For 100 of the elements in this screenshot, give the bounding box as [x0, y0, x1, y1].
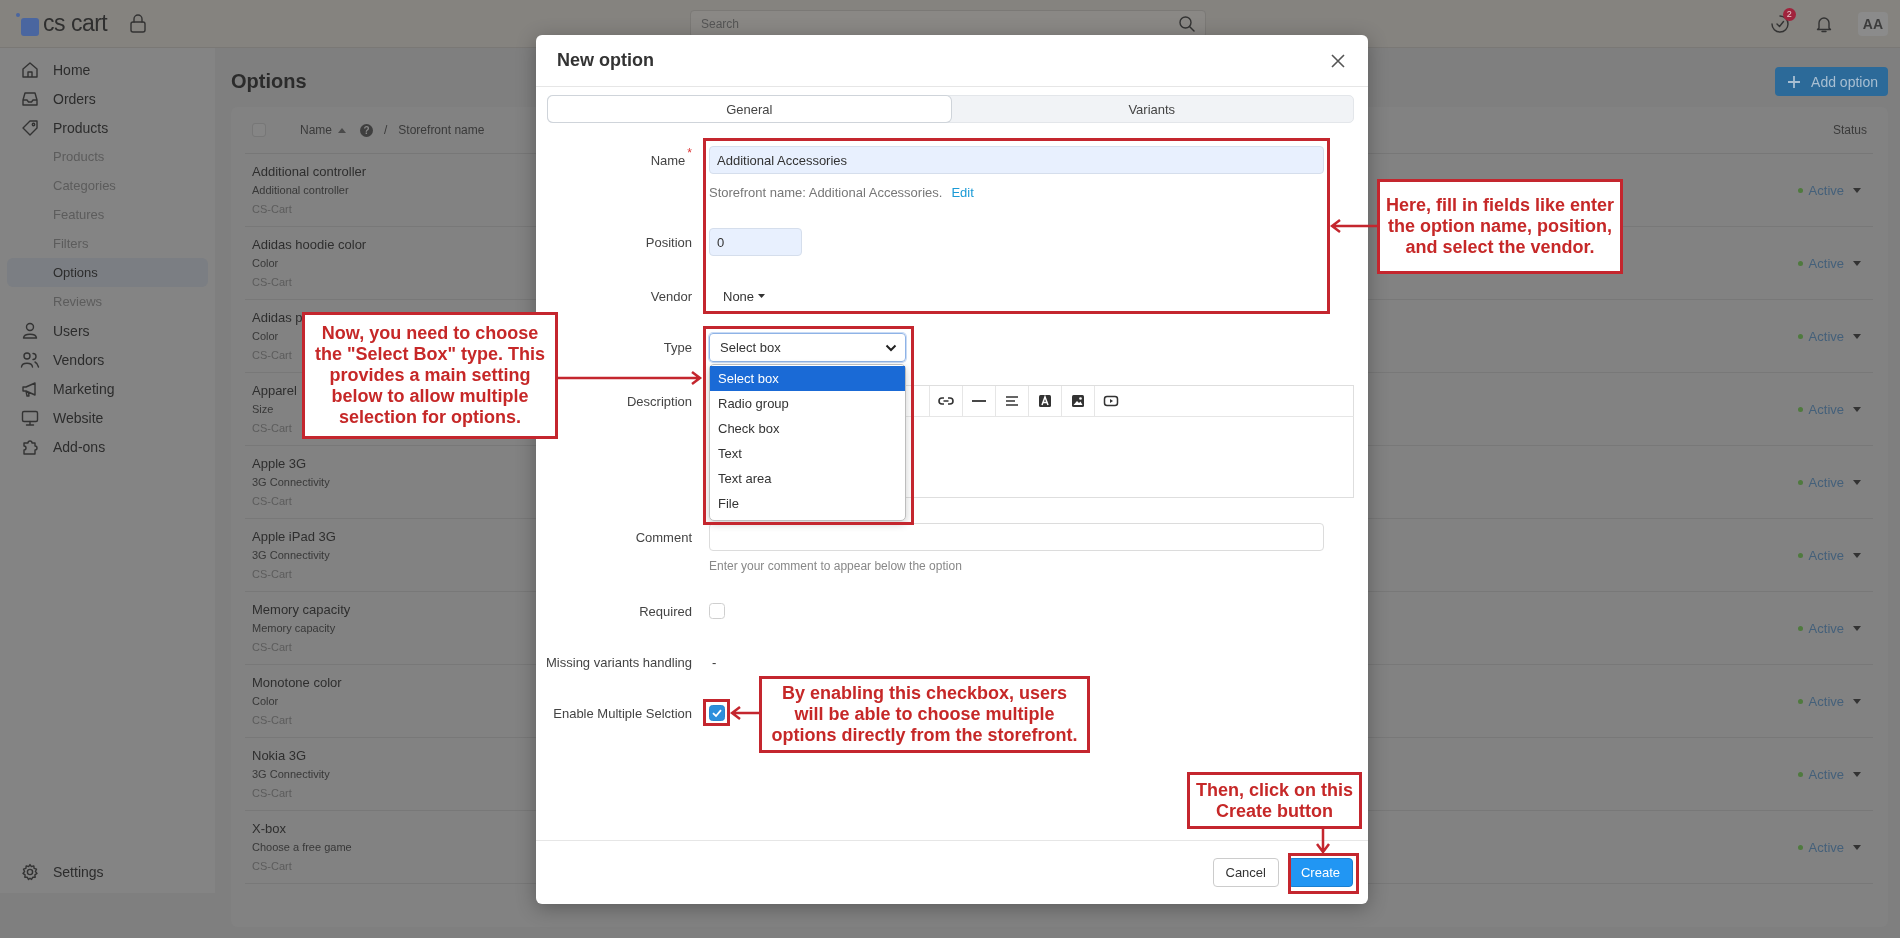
callout-note: Now, you need to choose the "Select Box" type. This provides a main setting below to allow multiple selection for options. [302, 312, 558, 439]
edit-link[interactable]: Edit [951, 185, 974, 200]
logo-text: cs cart [43, 10, 108, 37]
callout-note: By enabling this checkbox, users will be able to choose multiple options directly from the storefront. [759, 676, 1090, 753]
avatar[interactable]: AA [1857, 11, 1888, 36]
dropdown-option[interactable]: Text area [710, 466, 905, 491]
caret-icon [1853, 260, 1861, 266]
status-dot-icon [1797, 771, 1803, 777]
vendor-dropdown[interactable]: None [709, 286, 1354, 306]
dropdown-option[interactable]: File [710, 491, 905, 516]
home-icon [20, 59, 40, 80]
callout-note: Then, click on this Create button [1187, 772, 1362, 829]
field-label: Missing variants handling [546, 654, 692, 670]
notification-badge: 2 [1782, 7, 1796, 21]
option-name[interactable]: Memory capacity [252, 599, 351, 619]
status-dot-icon [1797, 844, 1803, 850]
sidebar-item[interactable]: Home [7, 55, 208, 84]
column-header: Status [1832, 123, 1868, 137]
storefront-name: Color [252, 693, 280, 709]
status-dot-icon [1797, 698, 1803, 704]
sidebar-subitem[interactable]: Options [7, 258, 208, 287]
dropdown-option[interactable]: Text [710, 441, 905, 466]
dialog-title: New option [557, 50, 654, 71]
storefront-note: Storefront name: Additional Accessories. [709, 185, 943, 200]
dropdown-option[interactable]: Check box [710, 416, 905, 441]
option-name[interactable]: Apparel [252, 380, 297, 400]
option-name[interactable]: Adidas p [252, 307, 303, 327]
type-select[interactable]: Select box [709, 333, 906, 362]
field-hint: Enter your comment to appear below the option [709, 559, 963, 574]
status-dot-icon [1797, 552, 1803, 558]
storefront-name: Color [252, 255, 280, 271]
option-name[interactable]: Adidas hoodie color [252, 234, 367, 254]
option-name[interactable]: Nokia 3G [252, 745, 330, 765]
caret-icon [1853, 187, 1861, 193]
column-header[interactable]: Name [300, 123, 332, 137]
field-label: Vendor [650, 288, 692, 304]
position-field[interactable]: 0 [709, 228, 802, 256]
callout-arrow [1330, 219, 1378, 233]
comment-field[interactable] [709, 523, 1324, 551]
field-label: Required [639, 603, 692, 619]
sidebar-item[interactable]: Website [7, 403, 208, 432]
status-dot-icon [1797, 260, 1803, 266]
dropdown-option[interactable]: Select box [710, 366, 905, 391]
option-name[interactable]: Apple 3G [252, 453, 330, 473]
storefront-name: 3G Connectivity [252, 474, 330, 490]
field-label: Type [663, 340, 692, 355]
search-icon[interactable] [1178, 14, 1196, 33]
separator: / [384, 123, 388, 137]
option-name[interactable]: Additional controller [252, 161, 367, 181]
plus-icon [1787, 74, 1802, 89]
option-name[interactable]: Apple iPad 3G [252, 526, 336, 546]
caret-icon [1853, 625, 1861, 631]
caret-icon [1853, 406, 1861, 412]
status-dot-icon [1797, 187, 1803, 193]
tab[interactable]: Variants [950, 96, 1353, 122]
storefront-name: 3G Connectivity [252, 766, 330, 782]
sidebar-item[interactable]: Users [7, 316, 208, 345]
caret-icon [1853, 771, 1861, 777]
lock-icon[interactable] [129, 13, 148, 34]
required-mark: * [687, 146, 692, 160]
status-dot-icon [1797, 406, 1803, 412]
close-icon[interactable] [1330, 52, 1346, 69]
tab[interactable]: General [548, 96, 951, 122]
field-value: - [712, 654, 717, 670]
caret-icon [758, 294, 766, 298]
sidebar-item[interactable]: Add-ons [7, 432, 208, 461]
callout-note: Here, fill in fields like enter the option name, position, and select the vendor. [1377, 179, 1623, 274]
name-field[interactable]: Additional Accessories [709, 146, 1324, 174]
sort-caret-icon[interactable] [337, 126, 347, 134]
sidebar-item[interactable]: Products [7, 113, 208, 142]
storefront-name: 3G Connectivity [252, 547, 331, 563]
callout-arrow [730, 706, 760, 720]
storefront-name: Additional controller [252, 182, 350, 198]
users-icon [20, 349, 40, 370]
cancel-button[interactable]: Cancel [1212, 858, 1279, 887]
caret-icon [1853, 698, 1861, 704]
status-dot-icon [1797, 625, 1803, 631]
checkbox[interactable] [709, 705, 725, 721]
text-style-icon[interactable] [1036, 392, 1054, 410]
settings-icon [20, 861, 40, 882]
field-label: Name [650, 152, 686, 168]
storefront-name: Choose a free game [252, 839, 352, 855]
image-icon[interactable] [1069, 392, 1087, 410]
progress-icon[interactable] [1769, 13, 1790, 34]
add-option-button[interactable]: Add option [1775, 67, 1888, 96]
help-icon[interactable]: ? [360, 123, 373, 137]
checkbox[interactable] [709, 603, 725, 619]
sidebar-item[interactable]: Settings [7, 857, 208, 886]
caret-icon [1853, 479, 1861, 485]
sidebar-item[interactable]: Vendors [7, 345, 208, 374]
option-name[interactable]: X-box [252, 818, 352, 838]
option-name[interactable]: Monotone color [252, 672, 342, 692]
storefront-name: Memory capacity [252, 620, 337, 636]
field-label: Position [645, 234, 692, 250]
field-label: Description [626, 393, 692, 409]
sidebar-item[interactable]: Marketing [7, 374, 208, 403]
user-icon [20, 320, 40, 341]
column-header[interactable]: Storefront name [398, 123, 485, 137]
sidebar-item[interactable]: Orders [7, 84, 208, 113]
field-label: Enable Multiple Selction [553, 705, 692, 721]
